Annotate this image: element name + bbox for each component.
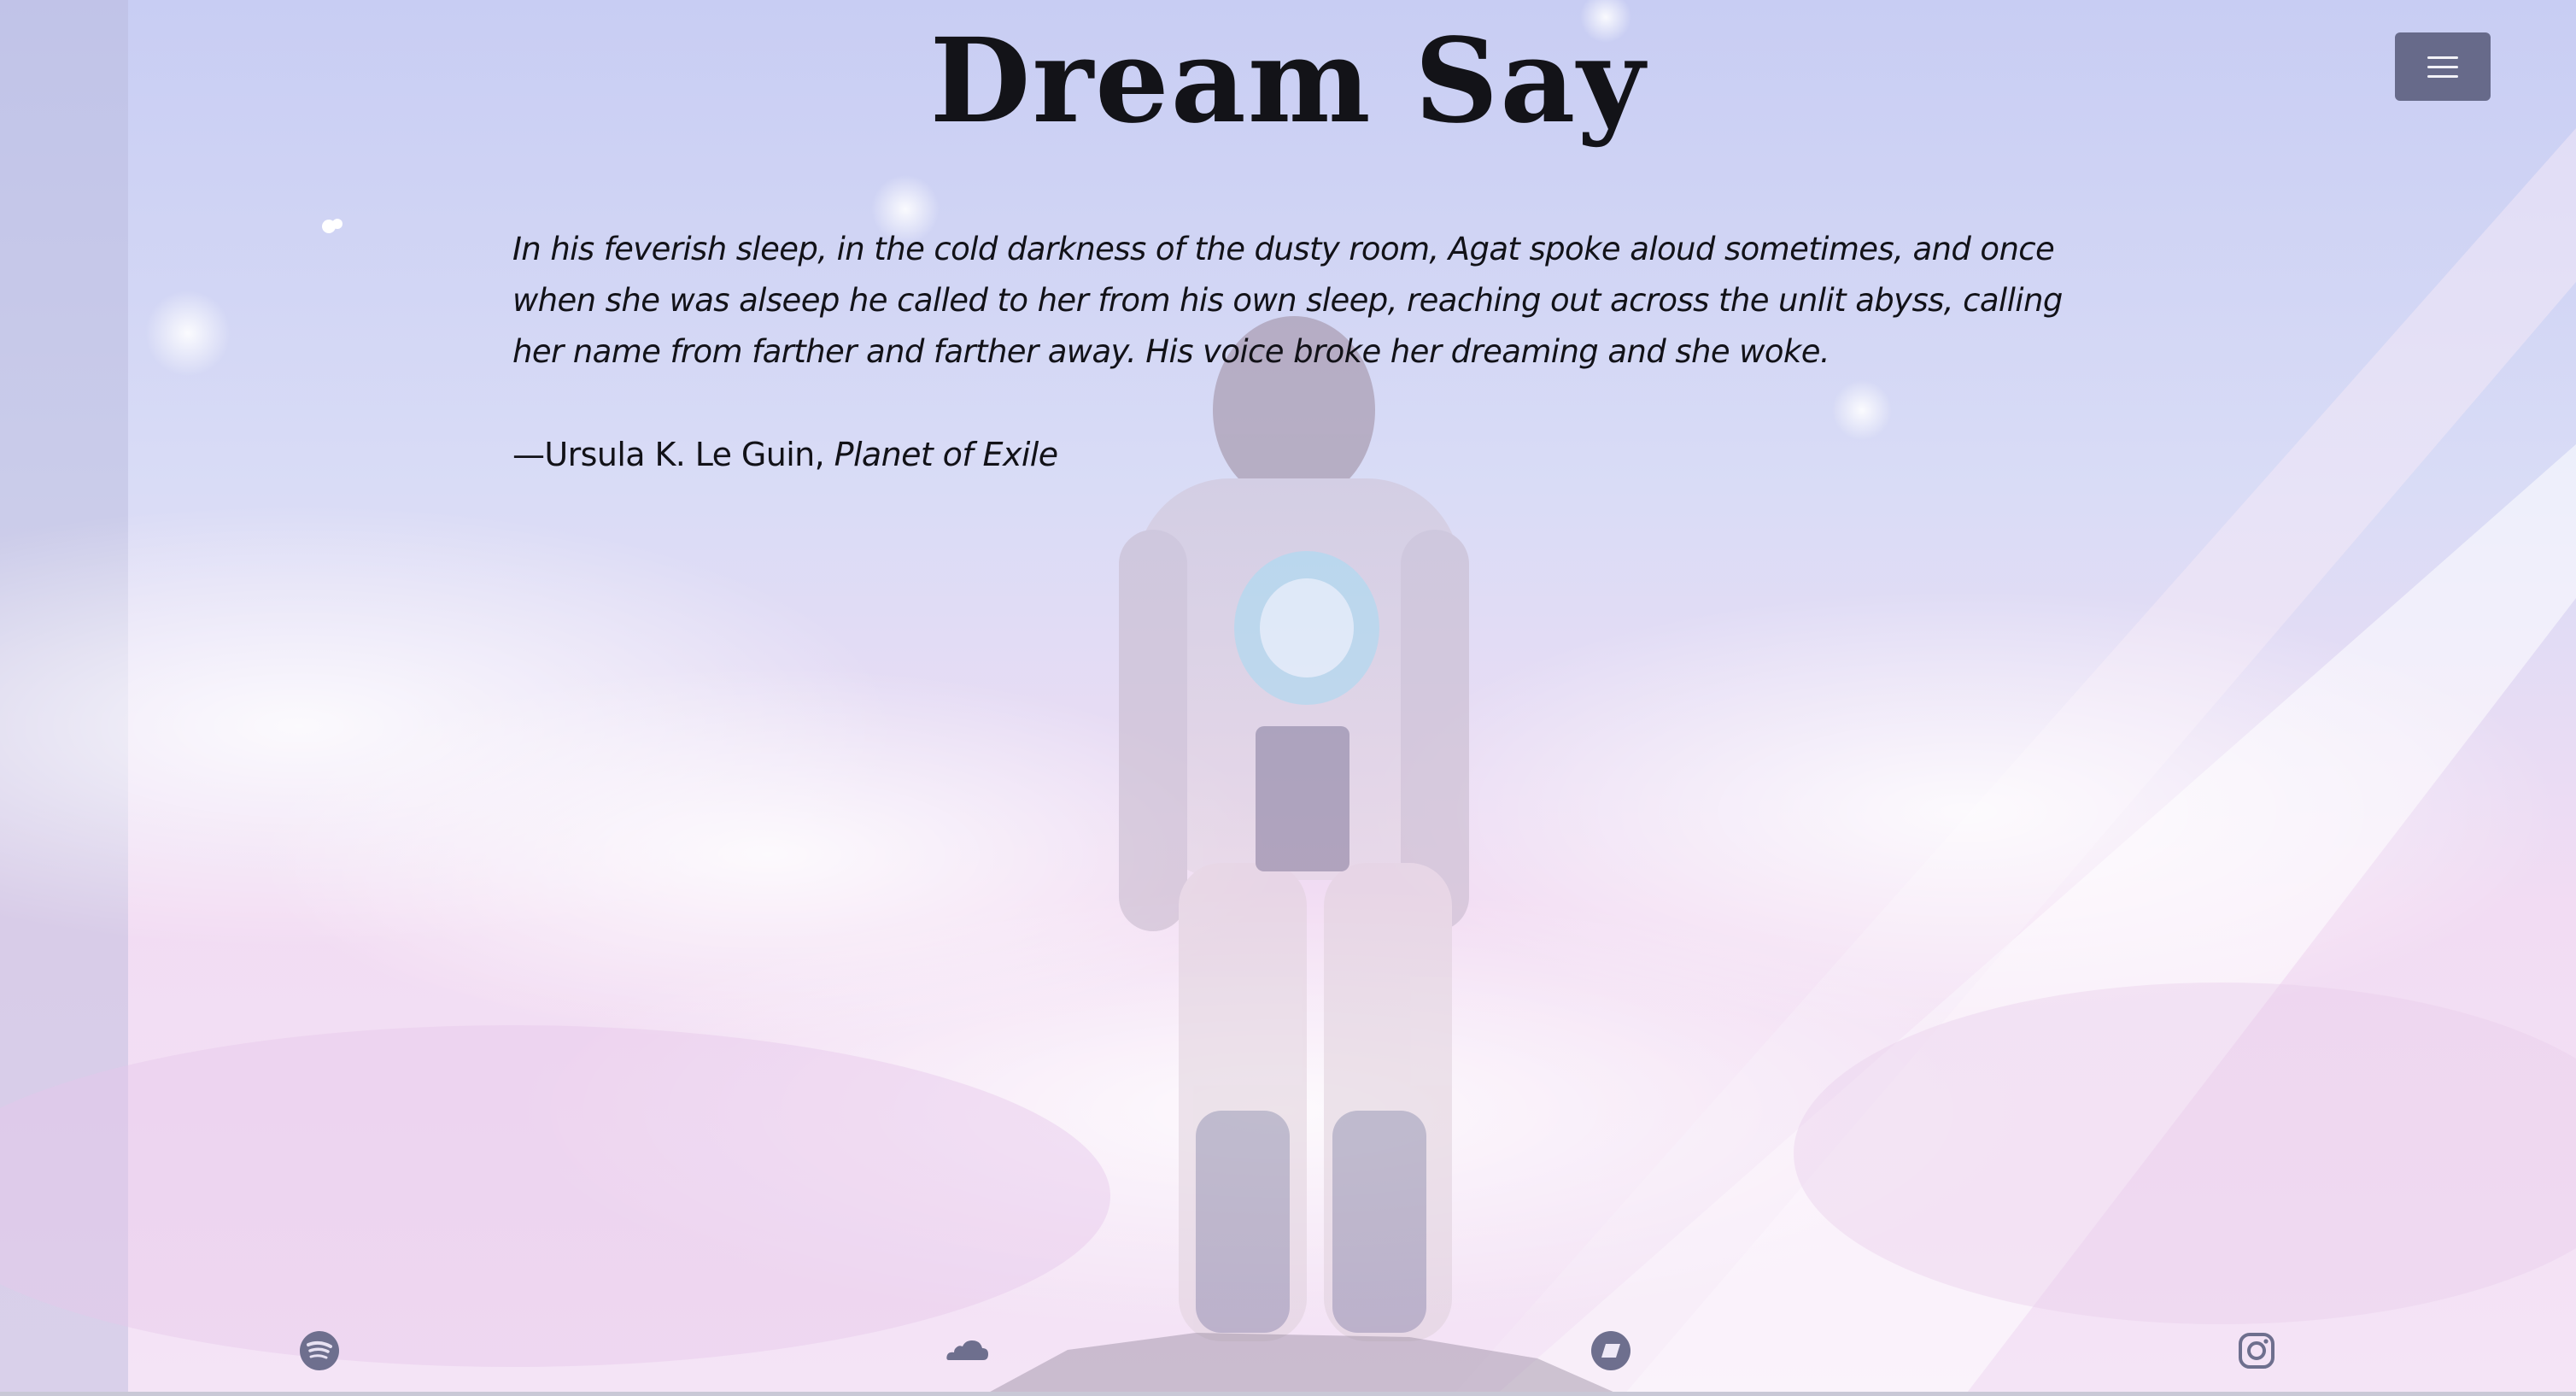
hamburger-icon xyxy=(2427,55,2458,79)
quote-block: In his feverish sleep, in the cold darkn… xyxy=(512,224,2067,480)
bottom-divider xyxy=(0,1392,2576,1396)
quote-work-title: Planet of Exile xyxy=(834,436,1059,473)
soundcloud-link[interactable] xyxy=(944,1329,988,1372)
social-links-bar xyxy=(0,1329,2576,1372)
quote-attribution: —Ursula K. Le Guin, Planet of Exile xyxy=(512,429,2067,480)
spotify-link[interactable] xyxy=(298,1329,341,1372)
quote-text: In his feverish sleep, in the cold darkn… xyxy=(512,231,2063,370)
instagram-link[interactable] xyxy=(2235,1329,2278,1372)
bandcamp-icon xyxy=(1591,1331,1630,1370)
soundcloud-icon xyxy=(946,1340,988,1360)
menu-button[interactable] xyxy=(2395,32,2491,101)
quote-author: —Ursula K. Le Guin, xyxy=(512,436,834,473)
instagram-icon xyxy=(2239,1333,2274,1369)
site-title[interactable]: Dream Say xyxy=(0,9,2576,154)
bandcamp-link[interactable] xyxy=(1590,1329,1632,1372)
background-image xyxy=(0,0,2576,1396)
spotify-icon xyxy=(300,1331,339,1370)
